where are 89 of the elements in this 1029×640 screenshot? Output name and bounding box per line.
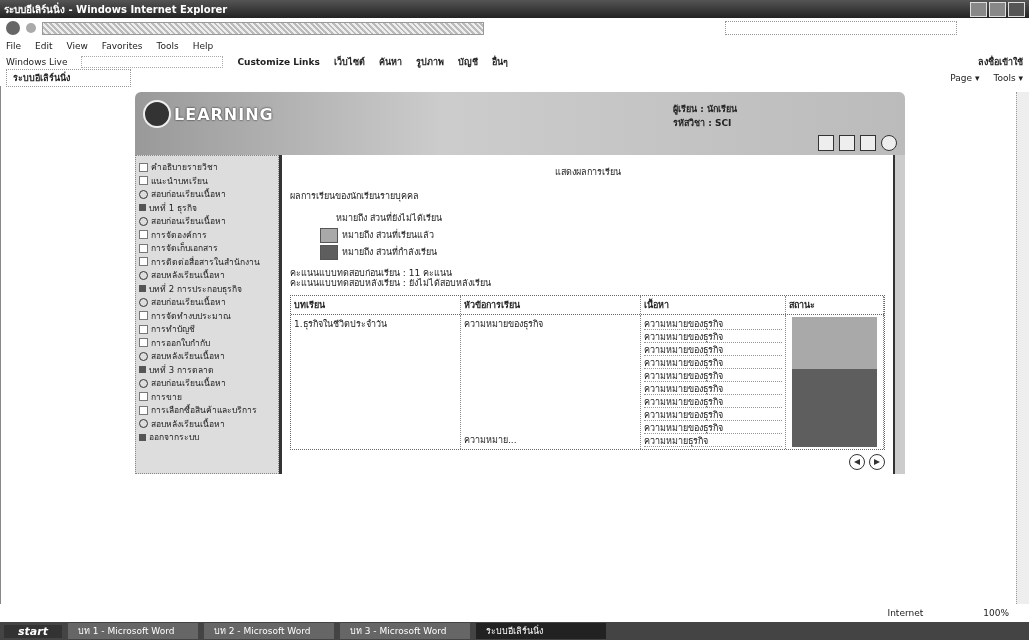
maximize-button[interactable] bbox=[989, 1, 1006, 17]
column-header: หัวข้อการเรียน bbox=[461, 295, 641, 314]
sidebar-item[interactable]: บทที่ 3 การตลาด bbox=[139, 363, 275, 376]
toolbar-label: Windows Live bbox=[6, 57, 68, 67]
toolbar-link[interactable]: Customize Links bbox=[237, 57, 320, 67]
table-cell-text: ความหมายของธุรกิจ bbox=[464, 317, 544, 331]
menu-item[interactable]: Edit bbox=[35, 41, 53, 51]
sidebar-item[interactable]: การติดต่อสื่อสารในสำนักงาน bbox=[139, 255, 275, 268]
taskbar-button[interactable]: บท 2 - Microsoft Word bbox=[203, 623, 334, 639]
table-cell: ความหมายของธุรกิจ bbox=[644, 355, 782, 369]
close-button[interactable] bbox=[1008, 1, 1025, 17]
sidebar-item[interactable]: บทที่ 1 ธุรกิจ bbox=[139, 201, 275, 214]
live-search-field[interactable] bbox=[81, 56, 224, 68]
table-cell: ความหมายของธุรกิจ bbox=[644, 316, 782, 330]
folder-icon bbox=[139, 366, 146, 374]
menu-item[interactable]: File bbox=[6, 41, 22, 51]
logo-icon bbox=[143, 100, 171, 128]
sidebar-item[interactable]: สอบหลังเรียนเนื้อหา bbox=[139, 350, 275, 363]
user-info: ผู้เรียน : นักเรียน bbox=[673, 103, 737, 116]
sidebar-item[interactable]: สอบหลังเรียนเนื้อหา bbox=[139, 417, 275, 430]
menu-item[interactable]: Help bbox=[192, 41, 214, 51]
table-cell: ความหมายของธุรกิจ bbox=[644, 342, 782, 356]
sidebar-item[interactable]: การทำบัญชี bbox=[139, 323, 275, 336]
sidebar-item[interactable]: การเลือกซื้อสินค้าและบริการ bbox=[139, 404, 275, 417]
sidebar-item[interactable]: บทที่ 2 การประกอบธุรกิจ bbox=[139, 282, 275, 295]
toolbar-link[interactable]: ค้นหา bbox=[378, 55, 402, 69]
logo: LEARNING bbox=[143, 100, 274, 128]
next-button[interactable] bbox=[869, 453, 885, 470]
toolbar-link[interactable]: เว็บไซต์ bbox=[333, 55, 365, 69]
menu-item[interactable]: View bbox=[66, 41, 88, 51]
toolbar-link[interactable]: บัญชี bbox=[457, 55, 478, 69]
address-field[interactable] bbox=[42, 21, 484, 35]
legend-label: หมายถึง ส่วนที่กำลังเรียน bbox=[342, 245, 437, 259]
sidebar-item[interactable]: การออกใบกำกับ bbox=[139, 336, 275, 349]
sidebar-item[interactable]: ออกจากระบบ bbox=[139, 431, 275, 444]
sidebar-item[interactable]: การจัดทำงบประมาณ bbox=[139, 309, 275, 322]
scrollbar[interactable] bbox=[1016, 92, 1029, 604]
sidebar-item[interactable]: คำอธิบายรายวิชา bbox=[139, 161, 275, 174]
page-heading: แสดงผลการเรียน bbox=[553, 166, 622, 179]
table-cell: ความหมายของธุรกิจ bbox=[644, 420, 782, 434]
minimize-button[interactable] bbox=[970, 1, 987, 17]
sidebar-item[interactable]: การจัดเก็บเอกสาร bbox=[139, 242, 275, 255]
menu-item[interactable]: Tools bbox=[156, 41, 179, 51]
start-button[interactable]: start bbox=[4, 624, 62, 638]
table-cell: ความหมายของธุรกิจ bbox=[644, 381, 782, 395]
search-field[interactable] bbox=[725, 21, 957, 35]
zone-status: Internet bbox=[887, 608, 924, 618]
sidebar-item[interactable]: สอบก่อนเรียนเนื้อหา bbox=[139, 296, 275, 309]
sidebar-item[interactable]: สอบก่อนเรียนเนื้อหา bbox=[139, 215, 275, 228]
scrollbar[interactable] bbox=[893, 155, 905, 474]
intro-text: ผลการเรียนของนักเรียนรายบุคคล bbox=[290, 190, 420, 203]
window-title: ระบบอีเลิร์นนิ่ง - Windows Internet Explorer bbox=[4, 1, 229, 17]
sidebar-item[interactable]: การจัดองค์การ bbox=[139, 228, 275, 241]
table-cell: ความหมายของธุรกิจ bbox=[644, 329, 782, 343]
column-header: สถานะ bbox=[786, 295, 884, 314]
menu-item[interactable]: Favorites bbox=[101, 41, 143, 51]
toolbar-link[interactable]: รูปภาพ bbox=[415, 55, 444, 69]
sidebar-item[interactable]: สอบหลังเรียนเนื้อหา bbox=[139, 269, 275, 282]
sign-in-link[interactable]: ลงชื่อเข้าใช้ bbox=[978, 55, 1023, 69]
zoom-level[interactable]: 100% bbox=[983, 608, 1009, 618]
folder-icon bbox=[139, 204, 146, 212]
legend-label: หมายถึง ส่วนที่เรียนแล้ว bbox=[342, 228, 434, 242]
legend-label: หมายถึง ส่วนที่ยังไม่ได้เรียน bbox=[336, 211, 442, 225]
folder-icon bbox=[139, 285, 146, 293]
taskbar-button[interactable]: บท 1 - Microsoft Word bbox=[67, 623, 198, 639]
sidebar-item[interactable]: แนะนำบทเรียน bbox=[139, 174, 275, 187]
toolbar-link[interactable]: อื่นๆ bbox=[491, 55, 508, 69]
folder-icon bbox=[139, 433, 146, 441]
table-cell: ความหมายของธุรกิจ bbox=[644, 394, 782, 408]
table-cell-text: ความหมาย... bbox=[464, 433, 518, 447]
score-text: คะแนนแบบทดสอบหลังเรียน : ยังไม่ได้สอบหลังเรียน bbox=[290, 278, 492, 289]
column-header: บทเรียน bbox=[291, 295, 461, 314]
sidebar-item[interactable]: การขาย bbox=[139, 390, 275, 403]
column-header: เนื้อหา bbox=[641, 295, 786, 314]
score-text: คะแนนแบบทดสอบก่อนเรียน : 11 คะแนน bbox=[290, 269, 454, 278]
previous-button[interactable] bbox=[849, 453, 865, 470]
taskbar-button[interactable]: ระบบอีเลิร์นนิ่ง bbox=[475, 623, 606, 639]
command-button[interactable]: Page ▾ bbox=[950, 73, 980, 83]
user-info: รหัสวิชา : SCI bbox=[673, 117, 733, 130]
table-cell: ความหมายธุรกิจ bbox=[644, 433, 782, 447]
back-button[interactable] bbox=[6, 21, 20, 35]
sidebar-item[interactable]: สอบก่อนเรียนเนื้อหา bbox=[139, 377, 275, 390]
taskbar-button[interactable]: บท 3 - Microsoft Word bbox=[339, 623, 470, 639]
table-cell-text: 1.ธุรกิจในชีวิตประจำวัน bbox=[294, 317, 388, 331]
sidebar-item[interactable]: สอบก่อนเรียนเนื้อหา bbox=[139, 188, 275, 201]
table-cell: ความหมายของธุรกิจ bbox=[644, 368, 782, 382]
table-cell: ความหมายของธุรกิจ bbox=[644, 407, 782, 421]
command-button[interactable]: Tools ▾ bbox=[993, 73, 1023, 83]
browser-tab[interactable]: ระบบอีเลิร์นนิ่ง bbox=[6, 69, 131, 87]
